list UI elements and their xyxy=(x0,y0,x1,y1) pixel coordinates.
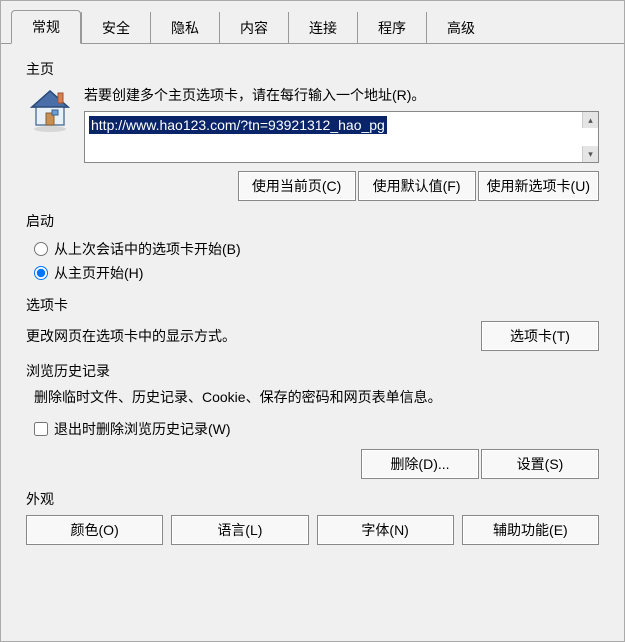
appearance-section: 外观 颜色(O) 语言(L) 字体(N) 辅助功能(E) xyxy=(26,489,599,545)
tab-connections[interactable]: 连接 xyxy=(288,12,357,44)
homepage-hint: 若要创建多个主页选项卡，请在每行输入一个地址(R)。 xyxy=(84,85,599,105)
accessibility-button[interactable]: 辅助功能(E) xyxy=(462,515,599,545)
tab-programs[interactable]: 程序 xyxy=(357,12,426,44)
homepage-url-textarea[interactable]: http://www.hao123.com/?tn=93921312_hao_p… xyxy=(84,111,599,163)
startup-label: 启动 xyxy=(26,211,599,231)
homepage-section: 主页 若要创建多个主页选项卡，请在每行输入一个地址(R)。 htt xyxy=(26,59,599,201)
tab-content[interactable]: 内容 xyxy=(219,12,288,44)
delete-history-button[interactable]: 删除(D)... xyxy=(361,449,479,479)
delete-on-exit-checkbox[interactable]: 退出时删除浏览历史记录(W) xyxy=(34,417,599,441)
scroll-down-icon[interactable]: ▾ xyxy=(582,146,598,162)
languages-button[interactable]: 语言(L) xyxy=(171,515,308,545)
startup-homepage-label: 从主页开始(H) xyxy=(54,263,143,283)
startup-last-session-radio[interactable]: 从上次会话中的选项卡开始(B) xyxy=(34,237,599,261)
history-settings-button[interactable]: 设置(S) xyxy=(481,449,599,479)
delete-on-exit-label: 退出时删除浏览历史记录(W) xyxy=(54,419,231,439)
use-default-button[interactable]: 使用默认值(F) xyxy=(358,171,476,201)
use-current-page-button[interactable]: 使用当前页(C) xyxy=(238,171,356,201)
tabs-section: 选项卡 更改网页在选项卡中的显示方式。 选项卡(T) xyxy=(26,295,599,351)
colors-button[interactable]: 颜色(O) xyxy=(26,515,163,545)
history-label: 浏览历史记录 xyxy=(26,361,599,381)
tabs-label: 选项卡 xyxy=(26,295,599,315)
internet-options-dialog: 常规 安全 隐私 内容 连接 程序 高级 主页 xyxy=(0,0,625,642)
scroll-up-icon[interactable]: ▴ xyxy=(582,112,598,128)
tab-privacy[interactable]: 隐私 xyxy=(150,12,219,44)
appearance-label: 外观 xyxy=(26,489,599,509)
home-icon xyxy=(26,85,74,133)
history-section: 浏览历史记录 删除临时文件、历史记录、Cookie、保存的密码和网页表单信息。 … xyxy=(26,361,599,479)
fonts-button[interactable]: 字体(N) xyxy=(317,515,454,545)
radio-input[interactable] xyxy=(34,266,48,280)
tab-security[interactable]: 安全 xyxy=(81,12,150,44)
checkbox-input[interactable] xyxy=(34,422,48,436)
radio-input[interactable] xyxy=(34,242,48,256)
use-new-tab-button[interactable]: 使用新选项卡(U) xyxy=(478,171,599,201)
tabs-settings-button[interactable]: 选项卡(T) xyxy=(481,321,599,351)
history-desc: 删除临时文件、历史记录、Cookie、保存的密码和网页表单信息。 xyxy=(34,387,599,407)
tab-advanced[interactable]: 高级 xyxy=(426,12,495,44)
startup-homepage-radio[interactable]: 从主页开始(H) xyxy=(34,261,599,285)
tab-bar: 常规 安全 隐私 内容 连接 程序 高级 xyxy=(1,1,624,44)
homepage-label: 主页 xyxy=(26,59,599,79)
content-panel: 主页 若要创建多个主页选项卡，请在每行输入一个地址(R)。 htt xyxy=(1,44,624,570)
startup-section: 启动 从上次会话中的选项卡开始(B) 从主页开始(H) xyxy=(26,211,599,285)
homepage-url-value: http://www.hao123.com/?tn=93921312_hao_p… xyxy=(89,116,387,134)
startup-last-session-label: 从上次会话中的选项卡开始(B) xyxy=(54,239,241,259)
tab-general[interactable]: 常规 xyxy=(11,10,81,44)
tabs-desc: 更改网页在选项卡中的显示方式。 xyxy=(26,326,236,346)
